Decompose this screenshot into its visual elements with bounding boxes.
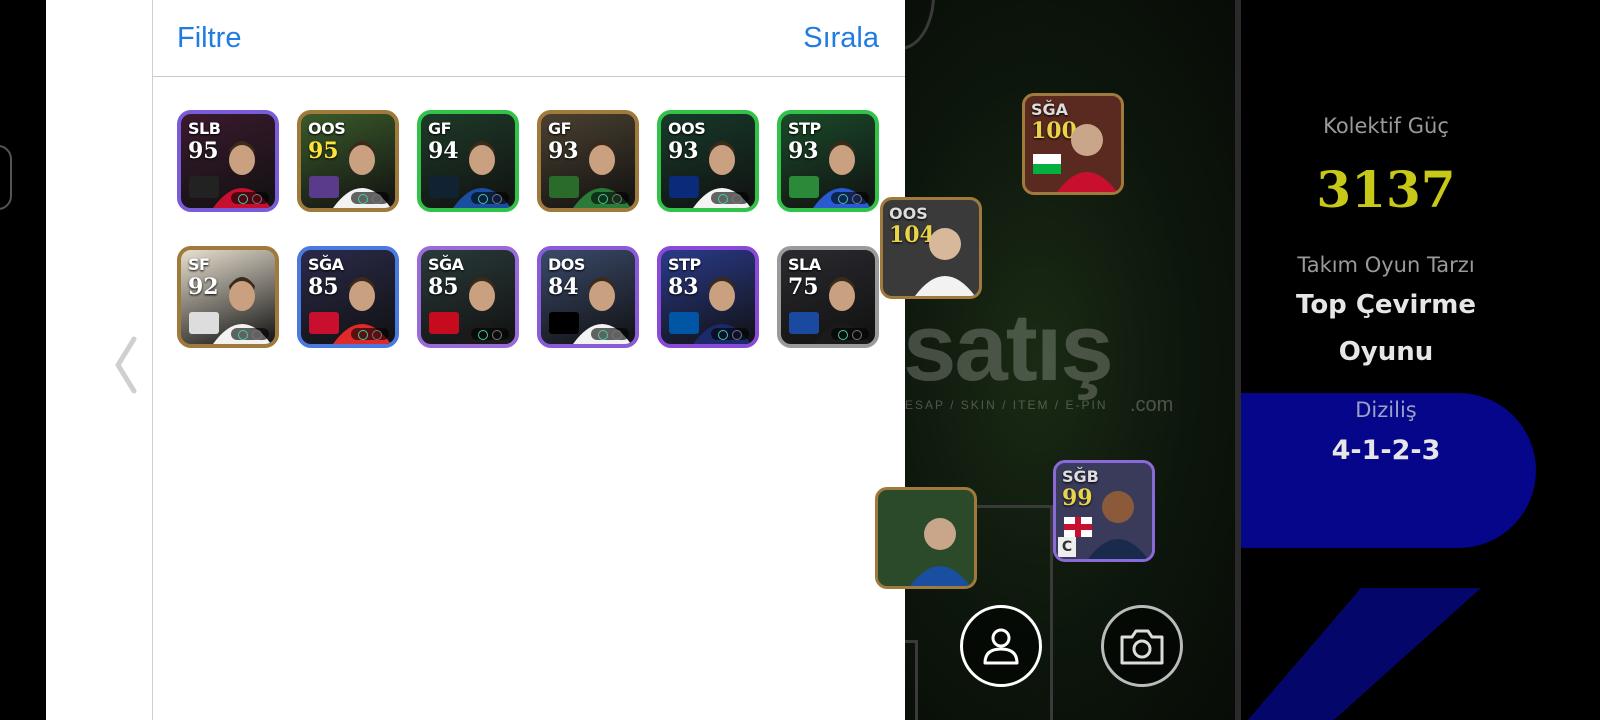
captain-badge: C [1058, 537, 1076, 557]
skill-indicator-icon [351, 192, 389, 204]
player-position: SF [188, 255, 210, 274]
skill-indicator-icon [471, 192, 509, 204]
skill-indicator-icon [471, 328, 509, 340]
skill-indicator-icon [711, 328, 749, 340]
club-badge-icon [309, 312, 339, 334]
player-card[interactable]: GF 93 [537, 110, 639, 212]
skill-indicator-icon [831, 192, 869, 204]
skill-indicator-icon [591, 192, 629, 204]
screenshot-button[interactable] [1101, 605, 1183, 687]
club-badge-icon [669, 176, 699, 198]
club-badge-icon [189, 312, 219, 334]
formation-value: 4-1-2-3 [1331, 435, 1441, 466]
player-card[interactable]: SĞA 85 [417, 246, 519, 348]
player-position: GF [548, 119, 572, 138]
player-card[interactable]: SLB 95 [177, 110, 279, 212]
chevron-left-icon[interactable] [112, 335, 140, 395]
player-card[interactable]: GF 94 [417, 110, 519, 212]
watermark-tagline: ESAP / SKIN / ITEM / E-PIN [905, 398, 1108, 412]
profile-button[interactable] [960, 605, 1042, 687]
flag-icon [1033, 154, 1061, 174]
skill-indicator-icon [711, 192, 749, 204]
player-portrait [910, 518, 970, 586]
club-badge-icon [429, 176, 459, 198]
collective-power-value: 3137 [1316, 160, 1456, 219]
pitch-line [905, 640, 915, 643]
team-stats-panel: Kolektif Güç 3137 Takım Oyun Tarzı Top Ç… [1241, 0, 1600, 720]
skill-indicator-icon [231, 192, 269, 204]
player-select-panel: Filtre Sırala SLB 95 OOS 95 GF 94 GF 93 OOS 93 STP… [152, 0, 905, 720]
pitch-center-arc [905, 0, 935, 50]
club-badge-icon [789, 176, 819, 198]
watermark-domain: .com [1130, 394, 1174, 416]
decorative-stripe [1241, 588, 1481, 720]
panel-header: Filtre Sırala [153, 0, 905, 77]
pitch-player-card[interactable]: SĞA 100 [1022, 93, 1124, 195]
screen-edge-bump [0, 145, 12, 210]
playstyle-value-line2: Oyunu [1338, 337, 1434, 367]
player-card[interactable]: STP 83 [657, 246, 759, 348]
player-card-grid: SLB 95 OOS 95 GF 94 GF 93 OOS 93 STP 93 SF 92 SĞA 85 SĞA… [177, 110, 879, 348]
player-card[interactable]: DOS 84 [537, 246, 639, 348]
player-card[interactable]: SF 92 [177, 246, 279, 348]
club-badge-icon [549, 312, 579, 334]
player-portrait [1088, 491, 1148, 559]
formation-label: Diziliş [1355, 398, 1417, 422]
club-badge-icon [309, 176, 339, 198]
playstyle-value-line1: Top Çevirme [1296, 290, 1476, 320]
skill-indicator-icon [351, 328, 389, 340]
player-portrait [1057, 124, 1117, 192]
pitch-player-card[interactable]: OOS 104 [880, 197, 982, 299]
player-portrait [915, 228, 975, 296]
user-icon [983, 628, 1019, 665]
club-badge-icon [789, 312, 819, 334]
player-card[interactable]: SĞA 85 [297, 246, 399, 348]
watermark-logo: satış [903, 294, 1114, 401]
player-position: GF [428, 119, 452, 138]
filter-button[interactable]: Filtre [177, 22, 241, 55]
pitch-player-card[interactable] [875, 487, 977, 589]
club-badge-icon [429, 312, 459, 334]
skill-indicator-icon [231, 328, 269, 340]
playstyle-label: Takım Oyun Tarzı [1297, 253, 1475, 277]
club-badge-icon [549, 176, 579, 198]
player-card[interactable]: SLA 75 [777, 246, 879, 348]
skill-indicator-icon [831, 328, 869, 340]
club-badge-icon [189, 176, 219, 198]
skill-indicator-icon [591, 328, 629, 340]
collective-power-label: Kolektif Güç [1323, 114, 1449, 138]
player-card[interactable]: STP 93 [777, 110, 879, 212]
pitch-player-card[interactable]: SĞB 99 C [1053, 460, 1155, 562]
player-card[interactable]: OOS 95 [297, 110, 399, 212]
club-badge-icon [669, 312, 699, 334]
pitch-line [915, 640, 918, 720]
left-black-strip [0, 0, 46, 720]
camera-icon [1120, 629, 1164, 665]
player-card[interactable]: OOS 93 [657, 110, 759, 212]
sort-button[interactable]: Sırala [803, 22, 879, 55]
flag-icon [1064, 517, 1092, 537]
